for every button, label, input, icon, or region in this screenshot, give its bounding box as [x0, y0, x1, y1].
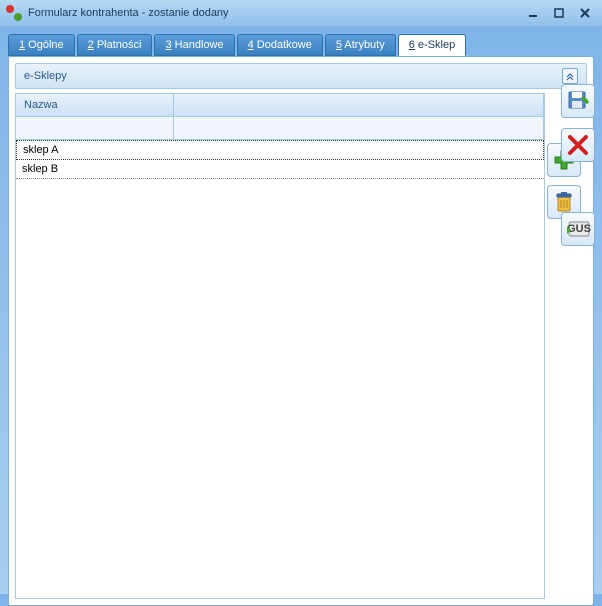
column-header-empty: [174, 94, 544, 116]
save-button[interactable]: [561, 84, 595, 118]
tab-bar: 1 Ogólne2 Płatności3 Handlowe4 Dodatkowe…: [0, 26, 602, 56]
window-title: Formularz kontrahenta - zostanie dodany: [28, 7, 522, 19]
titlebar: Formularz kontrahenta - zostanie dodany: [0, 0, 602, 26]
tab-atrybuty[interactable]: 5 Atrybuty: [325, 34, 396, 56]
close-button[interactable]: [574, 5, 596, 21]
maximize-button[interactable]: [548, 5, 570, 21]
group-title: e-Sklepy: [24, 70, 67, 82]
group-header: e-Sklepy: [15, 63, 587, 89]
grid-header: Nazwa: [16, 94, 544, 117]
svg-text:GUS: GUS: [567, 223, 591, 235]
main-panel: e-Sklepy Nazwa sklep Asklep B: [9, 57, 593, 605]
tab-dodatkowe[interactable]: 4 Dodatkowe: [237, 34, 323, 56]
table-row[interactable]: sklep B: [16, 160, 544, 179]
tab-oglne[interactable]: 1 Ogólne: [8, 34, 75, 56]
cell-name: sklep B: [16, 160, 174, 178]
form-actions: GUS: [560, 34, 602, 246]
tab-patnoci[interactable]: 2 Płatności: [77, 34, 153, 56]
grid-filter-row: [16, 117, 544, 140]
table-row[interactable]: sklep A: [16, 140, 544, 160]
app-icon: [6, 5, 22, 21]
minimize-button[interactable]: [522, 5, 544, 21]
gus-button[interactable]: GUS: [561, 212, 595, 246]
cancel-button[interactable]: [561, 128, 595, 162]
content-area: e-Sklepy Nazwa sklep Asklep B: [8, 56, 594, 606]
grid-body: sklep Asklep B: [16, 140, 544, 598]
filter-cell-empty: [174, 117, 544, 139]
tab-handlowe[interactable]: 3 Handlowe: [154, 34, 234, 56]
tab-esklep[interactable]: 6 e-Sklep: [398, 34, 466, 56]
cell-name: sklep A: [17, 141, 175, 159]
filter-cell-name[interactable]: [16, 117, 174, 139]
data-grid[interactable]: Nazwa sklep Asklep B: [15, 93, 545, 599]
column-header-name[interactable]: Nazwa: [16, 94, 174, 116]
